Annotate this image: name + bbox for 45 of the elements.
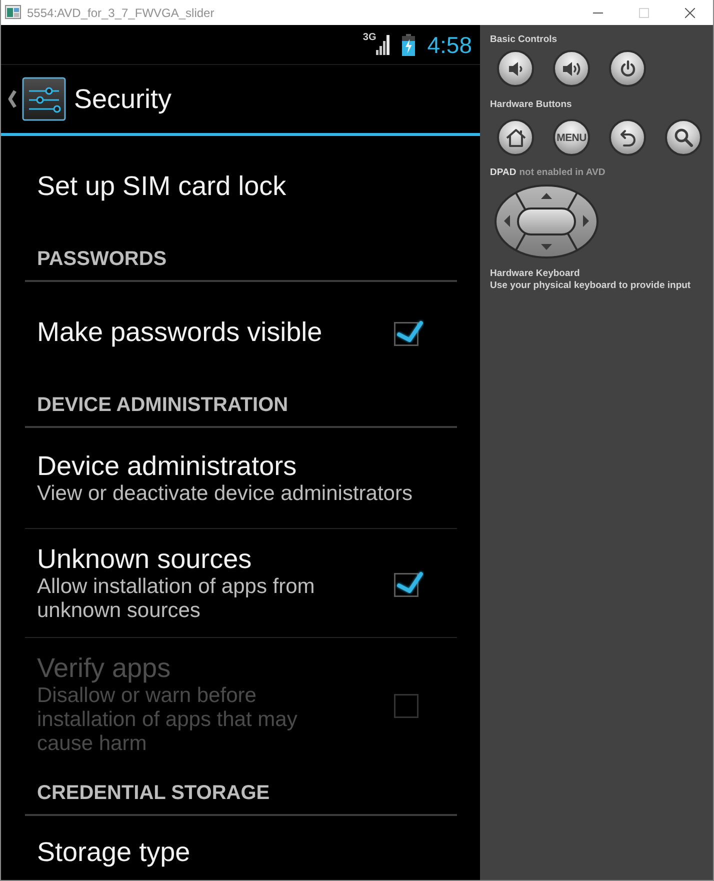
keyboard-description: Use your physical keyboard to provide input [490,280,691,292]
preference-title[interactable]: Storage type [37,836,190,868]
signal-icon [376,34,390,55]
back-button[interactable] [609,119,646,156]
checkbox[interactable] [394,318,424,346]
maximize-icon [639,8,649,18]
menu-button[interactable]: MENU [553,119,590,156]
preference-title[interactable]: Set up SIM card lock [37,170,286,202]
sliders-icon[interactable] [22,77,66,121]
section-label: Hardware Buttons [490,99,572,111]
close-icon [685,8,695,18]
preference-summary: Allow installation of apps from unknown sources [37,575,316,623]
volume-down-button[interactable] [497,50,534,87]
back-icon [618,128,636,146]
window-title: 5554:AVD_for_3_7_FWVGA_slider [27,6,214,20]
section-header: DEVICE ADMINISTRATION [25,382,457,428]
power-button[interactable] [609,50,646,87]
network-type-label: 3G [362,32,376,44]
window-icon [5,5,21,20]
preference-summary: View or deactivate device administrators [37,482,412,506]
preference-summary: Disallow or warn before installation of apps that may cause harm [37,684,298,756]
back-caret-icon[interactable] [7,89,17,109]
preference-title[interactable]: Unknown sources [37,543,252,575]
section-header: CREDENTIAL STORAGE [25,770,457,816]
battery-icon [402,34,416,56]
preference-title[interactable]: Device administrators [37,450,297,482]
section-header: PASSWORDS [25,236,457,282]
preference-title[interactable]: Make passwords visible [37,316,322,348]
keyboard-title: Hardware Keyboard [490,268,580,280]
preference-title: Verify apps [37,652,171,684]
power-icon [620,60,636,77]
home-button[interactable] [497,119,534,156]
search-icon [674,128,693,147]
section-label: Basic Controls [490,34,558,46]
volume-down-icon [506,60,524,76]
action-bar-title: Security [74,83,172,115]
status-time: 4:58 [427,30,472,58]
home-icon [504,128,526,147]
volume-up-button[interactable] [553,50,590,87]
dpad-status: not enabled in AVD [519,167,606,179]
search-button[interactable] [665,119,702,156]
dpad-label: DPAD [490,167,516,179]
checkbox[interactable] [394,569,424,597]
volume-up-icon [562,60,582,76]
minimize-icon [593,12,603,14]
